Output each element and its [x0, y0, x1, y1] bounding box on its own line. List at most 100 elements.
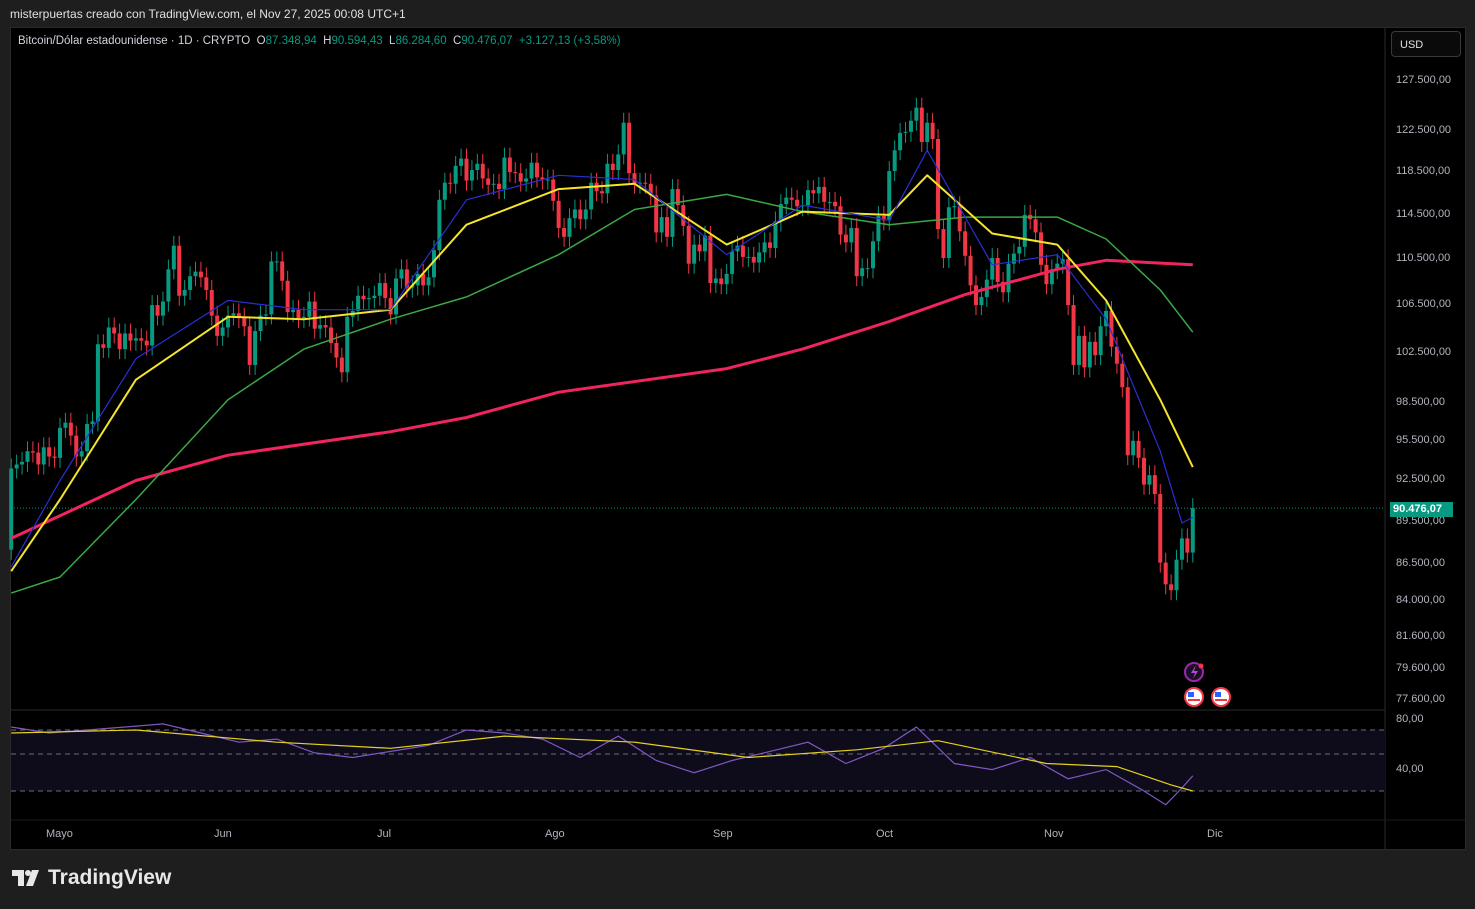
candle-body: [469, 170, 474, 181]
candle-body: [1125, 387, 1130, 456]
candle-body: [952, 206, 957, 208]
candle-body: [979, 296, 984, 306]
candle-body: [627, 122, 632, 174]
candle-body: [274, 261, 279, 263]
candle-body: [1190, 508, 1195, 553]
candle-body: [372, 295, 377, 299]
price-axis-label: 106.500,00: [1396, 298, 1452, 310]
candle-body: [610, 163, 615, 171]
candle-body: [14, 464, 19, 469]
candle-body: [491, 183, 496, 185]
candle-body: [128, 333, 133, 341]
candle-body: [361, 295, 366, 300]
candle-body: [697, 244, 702, 252]
candle-body: [757, 252, 762, 263]
candle-body: [692, 244, 697, 264]
candle-body: [188, 276, 193, 290]
candle-body: [366, 298, 371, 300]
candle-body: [1179, 538, 1184, 560]
candle-body: [578, 209, 583, 220]
candle-body: [583, 209, 588, 220]
candle-body: [263, 314, 268, 316]
candle-body: [155, 305, 160, 316]
candle-body: [995, 258, 1000, 282]
candle-body: [1082, 335, 1087, 368]
ma10-line: [10, 149, 1194, 568]
candle-body: [865, 268, 870, 270]
price-axis-label: 92.500,00: [1396, 473, 1445, 485]
time-axis-label: Ago: [545, 828, 565, 840]
candle-body: [247, 326, 252, 365]
candle-body: [507, 157, 512, 173]
candle-body: [556, 200, 561, 229]
price-axis-label: 95.500,00: [1396, 434, 1445, 446]
price-axis-label: 122.500,00: [1396, 124, 1452, 136]
candle-body: [719, 278, 724, 285]
price-axis-label: 118.500,00: [1396, 165, 1451, 177]
candle-body: [1163, 562, 1168, 585]
ma200-line: [10, 258, 1193, 540]
candle-body: [318, 325, 323, 329]
candle-body: [242, 317, 247, 327]
candle-body: [25, 451, 30, 462]
candle-body: [1076, 335, 1081, 365]
candle-body: [20, 461, 25, 465]
candle-body: [746, 256, 751, 258]
price-axis-label: 114.500,00: [1396, 208, 1451, 220]
candle-body: [822, 186, 827, 202]
candle-body: [459, 158, 464, 166]
candle-body: [442, 182, 447, 200]
open-label: O: [256, 35, 266, 47]
price-chart[interactable]: [0, 0, 1475, 909]
candle-body: [768, 242, 773, 248]
price-axis-label: 81.600,00: [1396, 630, 1445, 642]
tradingview-logo[interactable]: TradingView: [12, 866, 171, 890]
candle-body: [529, 162, 534, 179]
candle-body: [291, 309, 296, 313]
candle-body: [534, 162, 539, 178]
candle-body: [334, 343, 339, 358]
candle-body: [686, 225, 691, 264]
time-axis-label: Jul: [377, 828, 392, 840]
candle-body: [388, 298, 393, 315]
candle-body: [204, 277, 209, 290]
price-axis-label: 102.500,00: [1396, 346, 1452, 358]
candle-body: [171, 245, 176, 270]
candle-body: [1071, 305, 1076, 365]
candle-body: [946, 207, 951, 259]
candle-body: [426, 277, 431, 286]
time-axis-label: Sep: [713, 828, 733, 840]
candle-body: [827, 201, 832, 203]
candle-body: [762, 242, 767, 253]
candle-body: [968, 255, 973, 286]
high-value: 90.594,43: [331, 35, 383, 47]
candle-body: [383, 283, 388, 299]
candle-body: [453, 165, 458, 184]
candle-body: [1017, 246, 1022, 254]
candle-body: [47, 447, 52, 457]
candle-body: [399, 269, 404, 279]
candle-body: [1169, 584, 1174, 591]
candle-body: [198, 271, 203, 278]
candle-body: [394, 278, 399, 315]
candle-body: [1174, 559, 1179, 591]
rsi-axis-label: 40,00: [1396, 763, 1424, 775]
candle-body: [811, 190, 816, 194]
candle-body: [1185, 538, 1190, 553]
candle-body: [95, 344, 100, 422]
candle-body: [36, 452, 41, 465]
candle-body: [58, 427, 62, 458]
currency-button[interactable]: USD: [1391, 31, 1461, 57]
candle-body: [323, 325, 328, 328]
time-axis-label: Oct: [876, 828, 894, 840]
change-value: +3.127,13 (+3,58%): [518, 35, 621, 47]
rsi-band: [11, 730, 1385, 791]
notification-dot-icon: [1198, 663, 1204, 669]
candle-body: [665, 217, 670, 237]
candle-body: [1131, 440, 1136, 456]
candle-body: [123, 333, 128, 350]
candle-body: [139, 338, 144, 341]
candle-body: [833, 201, 838, 207]
candle-body: [730, 251, 735, 274]
tradingview-logo-icon: [12, 870, 39, 886]
